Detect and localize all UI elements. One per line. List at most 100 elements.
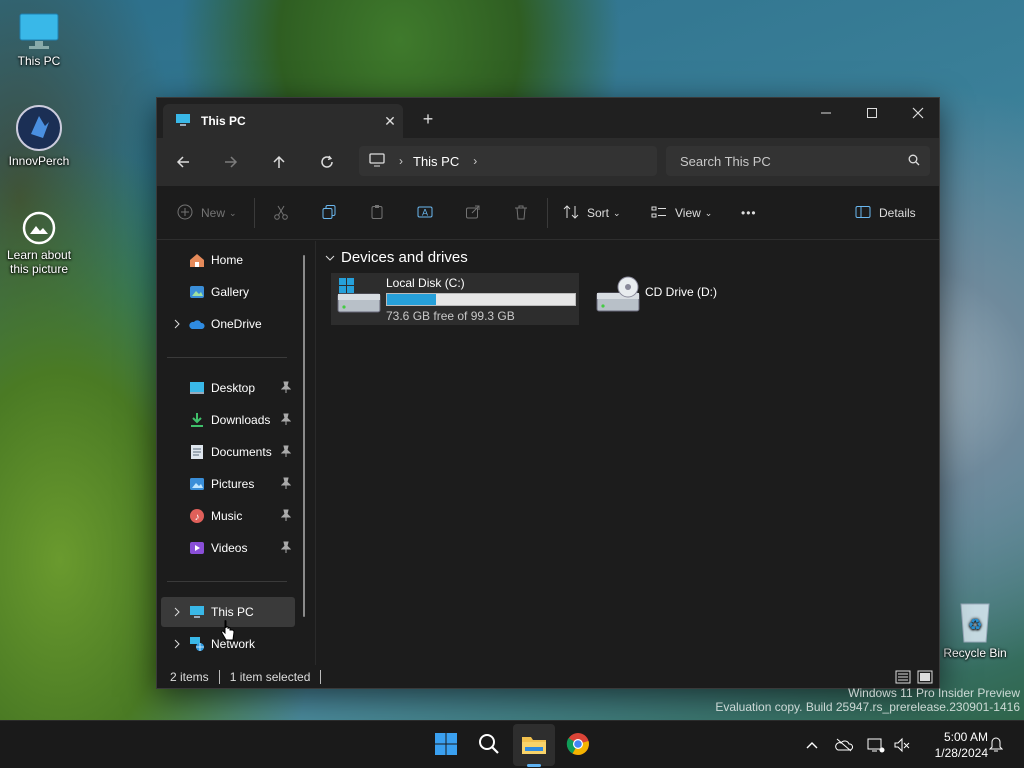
tab-title: This PC: [201, 114, 246, 128]
onedrive-offline-icon[interactable]: [834, 735, 854, 755]
nav-item-gallery[interactable]: Gallery: [161, 277, 295, 307]
breadcrumb-this-pc[interactable]: This PC: [413, 154, 459, 169]
chevron-down-icon: [325, 249, 335, 266]
desktop-icon-this-pc[interactable]: This PC: [1, 12, 77, 68]
refresh-button[interactable]: [313, 150, 341, 174]
taskbar: 5:00 AM 1/28/2024: [0, 720, 1024, 768]
nav-label: Pictures: [211, 477, 255, 491]
details-button[interactable]: Details: [855, 202, 916, 224]
network-icon: [189, 636, 205, 652]
cut-button[interactable]: [273, 202, 289, 224]
nav-item-documents[interactable]: Documents: [161, 437, 295, 467]
network-status-icon[interactable]: [866, 735, 886, 755]
chevron-right-icon[interactable]: ›: [399, 154, 403, 168]
volume-muted-icon[interactable]: [892, 735, 912, 755]
pin-icon[interactable]: [280, 445, 292, 460]
desktop-icon-innovperch[interactable]: InnovPerch: [1, 104, 77, 168]
copy-button[interactable]: [321, 202, 337, 224]
chevron-right-icon[interactable]: [173, 318, 181, 332]
group-title: Devices and drives: [341, 249, 468, 266]
rename-button[interactable]: A: [417, 202, 433, 224]
start-button[interactable]: [430, 729, 462, 761]
nav-item-pictures[interactable]: Pictures: [161, 469, 295, 499]
drive-name: Local Disk (C:): [386, 276, 465, 290]
watermark: Windows 11 Pro Insider Preview Evaluatio…: [715, 686, 1020, 714]
drive-cd-d[interactable]: CD Drive (D:): [591, 273, 791, 325]
notifications-bell-icon[interactable]: [986, 735, 1006, 755]
chevron-right-icon[interactable]: ›: [473, 154, 477, 168]
nav-item-videos[interactable]: Videos: [161, 533, 295, 563]
nav-item-onedrive[interactable]: OneDrive: [161, 309, 295, 339]
divider: [320, 670, 322, 684]
pin-icon[interactable]: [280, 477, 292, 492]
pane-divider[interactable]: [315, 241, 316, 665]
more-options-button[interactable]: •••: [741, 202, 757, 224]
close-tab-icon[interactable]: ✕: [377, 113, 403, 130]
monitor-icon: [369, 152, 385, 170]
nav-item-downloads[interactable]: Downloads: [161, 405, 295, 435]
search-icon: [478, 733, 500, 758]
chevron-down-icon: ⌄: [613, 207, 621, 218]
mouse-pointer-icon: [220, 620, 236, 645]
new-tab-button[interactable]: +: [415, 108, 441, 132]
divider: [218, 670, 220, 684]
nav-label: Home: [211, 253, 244, 267]
taskbar-search-button[interactable]: [473, 729, 505, 761]
show-hidden-icons-button[interactable]: [802, 735, 822, 755]
chevron-right-icon[interactable]: [173, 638, 181, 652]
details-view-icon[interactable]: [895, 670, 911, 687]
nav-item-desktop[interactable]: Desktop: [161, 373, 295, 403]
nav-item-music[interactable]: ♪ Music: [161, 501, 295, 531]
up-button[interactable]: [265, 150, 293, 174]
nav-item-home[interactable]: Home: [161, 245, 295, 275]
new-label: New: [201, 206, 226, 220]
search-input[interactable]: Search This PC: [666, 146, 930, 176]
share-button[interactable]: [465, 202, 481, 224]
innovperch-logo-icon: [15, 104, 63, 152]
sort-button[interactable]: Sort ⌄: [563, 202, 621, 224]
pin-icon[interactable]: [280, 541, 292, 556]
drive-usage-fill: [387, 294, 436, 305]
desktop-icon-label: Learn about this picture: [6, 248, 72, 276]
pin-icon[interactable]: [280, 509, 292, 524]
monitor-icon: [189, 604, 205, 620]
new-button[interactable]: New ⌄: [177, 202, 237, 224]
desktop-icon-learn-about-picture[interactable]: Learn about this picture: [1, 210, 77, 276]
taskbar-file-explorer-button[interactable]: [518, 729, 550, 761]
scissors-icon: [273, 204, 289, 223]
drive-local-disk-c[interactable]: Local Disk (C:) 73.6 GB free of 99.3 GB: [331, 273, 579, 325]
document-icon: [189, 444, 205, 460]
nav-scrollbar[interactable]: [303, 255, 305, 617]
close-window-button[interactable]: [895, 98, 941, 128]
chevron-right-icon[interactable]: [173, 606, 181, 620]
command-bar: New ⌄ A Sort ⌄ View ⌄ ••• Details: [157, 186, 939, 240]
nav-label: OneDrive: [211, 317, 262, 331]
plus-circle-icon: [177, 204, 193, 223]
tiles-view-icon[interactable]: [917, 670, 933, 687]
forward-button[interactable]: [217, 150, 245, 174]
clock-date: 1/28/2024: [934, 746, 988, 760]
nav-divider: [167, 581, 287, 582]
pin-icon[interactable]: [280, 381, 292, 396]
folder-icon: [521, 733, 547, 758]
content-area: Devices and drives Local Disk (C:) 73.6 …: [317, 241, 939, 665]
delete-button[interactable]: [513, 202, 529, 224]
pin-icon[interactable]: [280, 413, 292, 428]
tab-this-pc[interactable]: This PC ✕: [163, 104, 403, 138]
drive-name: CD Drive (D:): [645, 285, 717, 299]
system-clock[interactable]: 5:00 AM 1/28/2024: [918, 729, 988, 761]
address-box[interactable]: › This PC ›: [359, 146, 657, 176]
taskbar-chrome-button[interactable]: [562, 729, 594, 761]
group-header[interactable]: Devices and drives: [325, 249, 468, 266]
view-button[interactable]: View ⌄: [651, 202, 712, 224]
clock-time: 5:00 AM: [943, 730, 988, 744]
paste-button[interactable]: [369, 202, 385, 224]
desktop-icon-recycle-bin[interactable]: ♻ Recycle Bin: [937, 598, 1013, 660]
back-button[interactable]: [169, 150, 197, 174]
monitor-icon: [18, 12, 60, 52]
nav-label: This PC: [211, 605, 254, 619]
maximize-button[interactable]: [849, 98, 895, 128]
recycle-bin-icon: ♻: [955, 598, 995, 644]
minimize-button[interactable]: [803, 98, 849, 128]
sort-arrows-icon: [563, 204, 579, 223]
